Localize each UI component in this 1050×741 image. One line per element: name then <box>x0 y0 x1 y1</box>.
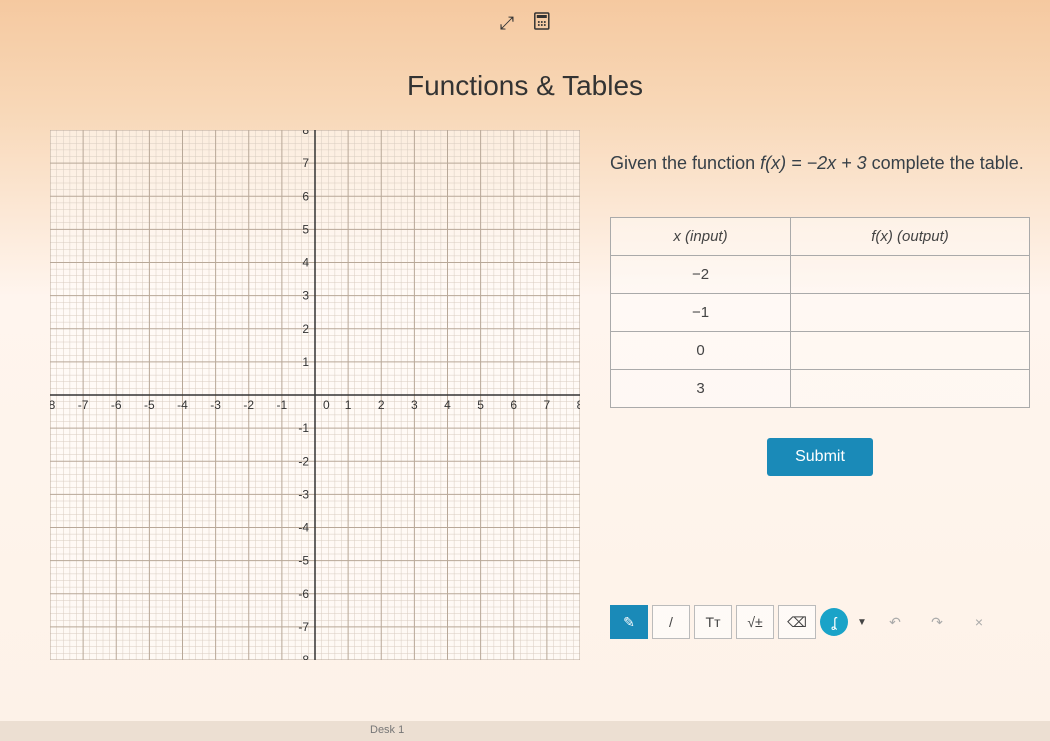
footer <box>0 721 1050 741</box>
svg-text:7: 7 <box>544 398 551 412</box>
table-header-fx: f(x) (output) <box>790 218 1029 256</box>
svg-text:2: 2 <box>378 398 385 412</box>
undo-button[interactable]: ↶ <box>876 605 914 639</box>
coordinate-grid[interactable]: -8 -7 -6 -5 -4 -3 -2 -1 1 2 3 4 5 6 7 8 0 -8 -7 -6 -5 -4 -3 -2… <box>50 130 580 660</box>
table-header-x: x (input) <box>611 218 791 256</box>
table-cell-x: 3 <box>611 370 791 408</box>
prompt-prefix: Given the function <box>610 153 760 173</box>
svg-text:-5: -5 <box>144 398 155 412</box>
table-row: −2 <box>611 256 1030 294</box>
table-row: 3 <box>611 370 1030 408</box>
text-tool[interactable]: Tт <box>694 605 732 639</box>
svg-text:4: 4 <box>444 398 451 412</box>
svg-text:-8: -8 <box>50 398 56 412</box>
svg-text:-2: -2 <box>243 398 254 412</box>
svg-text:5: 5 <box>477 398 484 412</box>
math-tool[interactable]: √± <box>736 605 774 639</box>
svg-text:-4: -4 <box>177 398 188 412</box>
deck-label: Desk 1 <box>370 724 404 736</box>
svg-text:-7: -7 <box>298 620 309 634</box>
grid-svg: -8 -7 -6 -5 -4 -3 -2 -1 1 2 3 4 5 6 7 8 0 -8 -7 -6 -5 -4 -3 -2… <box>50 130 580 660</box>
redo-button[interactable]: ↷ <box>918 605 956 639</box>
table-row: 0 <box>611 332 1030 370</box>
scribble-tool[interactable]: ʆ <box>820 608 848 636</box>
svg-text:1: 1 <box>302 355 309 369</box>
svg-text:8: 8 <box>577 398 580 412</box>
svg-text:0: 0 <box>323 398 330 412</box>
prompt-suffix: complete the table. <box>867 153 1024 173</box>
svg-text:3: 3 <box>302 289 309 303</box>
svg-text:-5: -5 <box>298 554 309 568</box>
page-title: Functions & Tables <box>407 70 643 102</box>
svg-text:-3: -3 <box>210 398 221 412</box>
eraser-tool[interactable]: ⌫ <box>778 605 816 639</box>
pencil-tool[interactable]: ✎ <box>610 605 648 639</box>
svg-text:4: 4 <box>302 256 309 270</box>
question-prompt: Given the function f(x) = −2x + 3 comple… <box>610 150 1030 177</box>
svg-text:-1: -1 <box>298 421 309 435</box>
svg-text:6: 6 <box>510 398 517 412</box>
svg-text:6: 6 <box>302 189 309 203</box>
submit-button[interactable]: Submit <box>767 438 873 476</box>
table-cell-fx[interactable] <box>790 256 1029 294</box>
svg-text:-4: -4 <box>298 521 309 535</box>
drawing-toolbar: ✎ / Tт √± ⌫ ʆ ▼ ↶ ↷ × <box>610 605 998 639</box>
prompt-function: f(x) = −2x + 3 <box>760 153 867 173</box>
table-cell-fx[interactable] <box>790 370 1029 408</box>
function-table: x (input) f(x) (output) −2−103 <box>610 217 1030 408</box>
svg-text:-3: -3 <box>298 487 309 501</box>
svg-text:2: 2 <box>302 322 309 336</box>
table-row: −1 <box>611 294 1030 332</box>
table-cell-x: −1 <box>611 294 791 332</box>
table-cell-x: 0 <box>611 332 791 370</box>
svg-text:-1: -1 <box>277 398 288 412</box>
table-cell-x: −2 <box>611 256 791 294</box>
fullscreen-icon[interactable]: ⤢ <box>500 13 514 34</box>
close-toolbar[interactable]: × <box>960 605 998 639</box>
svg-text:-7: -7 <box>78 398 89 412</box>
svg-text:8: 8 <box>302 130 309 137</box>
table-cell-fx[interactable] <box>790 294 1029 332</box>
svg-text:-6: -6 <box>111 398 122 412</box>
svg-text:-8: -8 <box>298 653 309 660</box>
svg-text:5: 5 <box>302 222 309 236</box>
line-tool[interactable]: / <box>652 605 690 639</box>
table-cell-fx[interactable] <box>790 332 1029 370</box>
svg-text:-2: -2 <box>298 454 309 468</box>
svg-text:3: 3 <box>411 398 418 412</box>
svg-text:7: 7 <box>302 156 309 170</box>
svg-text:-6: -6 <box>298 587 309 601</box>
toolbar-dropdown[interactable]: ▼ <box>852 605 872 639</box>
svg-text:1: 1 <box>345 398 352 412</box>
calculator-icon[interactable] <box>534 12 550 35</box>
